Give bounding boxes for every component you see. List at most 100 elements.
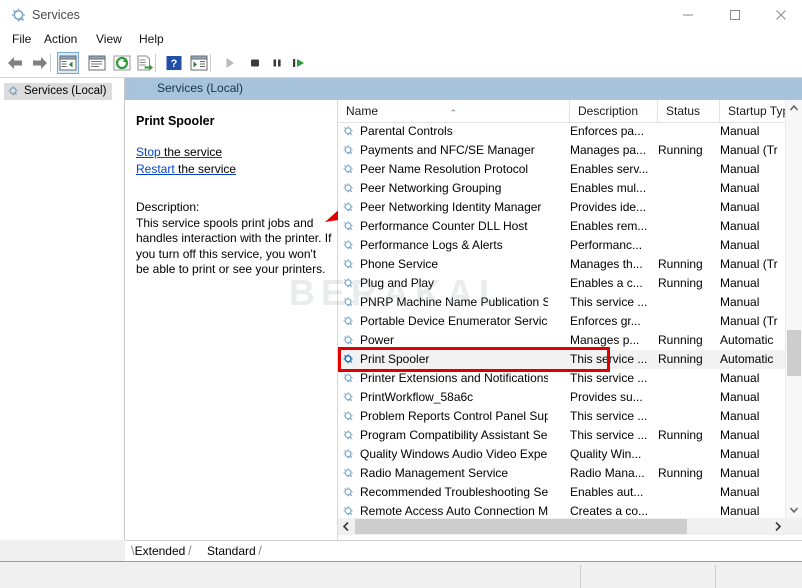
cell-service-name: Performance Counter DLL Host (360, 219, 528, 233)
table-row[interactable]: Payments and NFC/SE Manager Manages pa...… (338, 141, 786, 160)
toolbar-separator (210, 54, 211, 72)
cell-service-startup-type: Manual (720, 504, 760, 518)
cell-service-startup-type: Manual (720, 276, 760, 290)
view-tabs: \Extended / Standard / (125, 540, 802, 561)
toolbar: ? (0, 49, 802, 78)
cell-service-description: Enables serv... (570, 162, 648, 176)
results-pane: Services (Local) Print Spooler Stop the … (125, 78, 802, 540)
vertical-scrollbar[interactable] (785, 100, 802, 518)
table-row[interactable]: Plug and Play Enables a c... Running Manual (338, 274, 786, 293)
tab-right-slash: / (255, 543, 262, 558)
sidebar-item-services-local[interactable]: Services (Local) (4, 83, 113, 100)
pause-service-icon[interactable] (266, 52, 288, 74)
table-row[interactable]: Quality Windows Audio Video Experie... Qu… (338, 445, 786, 464)
table-row[interactable]: Peer Name Resolution Protocol Enables ser… (338, 160, 786, 179)
table-row[interactable]: Print Spooler This service ... Running Auto… (338, 350, 786, 369)
table-row[interactable]: Phone Service Manages th... Running Manual … (338, 255, 786, 274)
cell-service-name: PNRP Machine Name Publication Serv... (360, 295, 548, 309)
service-gear-icon (342, 182, 355, 195)
stop-link-text: Stop (136, 145, 161, 159)
restart-service-link[interactable]: Restart the service (136, 162, 236, 176)
close-button[interactable] (758, 0, 802, 30)
service-gear-icon (342, 144, 355, 157)
back-icon[interactable] (4, 52, 26, 74)
cell-service-status: Running (658, 276, 703, 290)
tab-extended-label: Extended (134, 544, 186, 558)
cell-service-startup-type: Automatic (720, 333, 774, 347)
menu-view[interactable]: View (90, 30, 128, 48)
cell-service-startup-type: Manual (Tr (720, 143, 778, 157)
table-row[interactable]: Performance Logs & Alerts Performanc... Ma… (338, 236, 786, 255)
service-gear-icon (342, 296, 355, 309)
cell-service-startup-type: Manual (720, 371, 760, 385)
refresh-icon[interactable] (111, 52, 133, 74)
scroll-down-icon[interactable] (786, 501, 802, 518)
cell-service-status (658, 388, 714, 407)
table-row[interactable]: Peer Networking Identity Manager Provides… (338, 198, 786, 217)
column-header-status[interactable]: Status (658, 100, 720, 122)
column-header-name-label: Name (346, 104, 379, 118)
status-bar (0, 561, 802, 588)
column-header-name[interactable]: Name ⌃ (338, 100, 570, 122)
cell-service-status: Running (658, 466, 703, 480)
show-hide-console-tree-icon[interactable] (57, 52, 79, 74)
table-row[interactable]: Printer Extensions and Notifications This… (338, 369, 786, 388)
table-row[interactable]: Radio Management Service Radio Mana... Run… (338, 464, 786, 483)
service-gear-icon (342, 486, 355, 499)
table-row[interactable]: Portable Device Enumerator Service Enforc… (338, 312, 786, 331)
service-gear-icon (342, 239, 355, 252)
services-gear-icon (136, 82, 150, 96)
cell-service-description: Enforces gr... (570, 314, 641, 328)
service-gear-icon (342, 448, 355, 461)
service-gear-icon (342, 353, 355, 366)
properties-icon[interactable] (86, 52, 108, 74)
horizontal-scroll-thumb[interactable] (355, 519, 687, 534)
table-row[interactable]: Problem Reports Control Panel Support Thi… (338, 407, 786, 426)
cell-service-startup-type: Manual (720, 485, 760, 499)
menu-action[interactable]: Action (38, 30, 83, 48)
cell-service-description: Manages pa... (570, 143, 647, 157)
scroll-right-icon[interactable] (769, 518, 786, 535)
cell-service-description: Creates a co... (570, 504, 648, 518)
forward-icon[interactable] (29, 52, 51, 74)
table-row[interactable]: Remote Access Auto Connection Man... Crea… (338, 502, 786, 518)
table-row[interactable]: Performance Counter DLL Host Enables rem.… (338, 217, 786, 236)
services-gear-icon (10, 7, 28, 25)
vertical-scroll-thumb[interactable] (787, 330, 801, 376)
start-service-icon[interactable] (219, 52, 241, 74)
maximize-button[interactable] (712, 0, 757, 30)
service-name-heading: Print Spooler (136, 114, 215, 128)
cell-service-status (658, 217, 714, 236)
cell-service-status: Running (658, 257, 703, 271)
column-header-description[interactable]: Description (570, 100, 658, 122)
restart-service-icon[interactable] (288, 52, 310, 74)
table-row[interactable]: PNRP Machine Name Publication Serv... Thi… (338, 293, 786, 312)
cell-service-name: Program Compatibility Assistant Service (360, 428, 548, 442)
service-gear-icon (342, 410, 355, 423)
stop-service-icon[interactable] (244, 52, 266, 74)
cell-service-description: Enables mul... (570, 181, 647, 195)
horizontal-scrollbar[interactable] (338, 518, 786, 535)
scroll-up-icon[interactable] (786, 100, 802, 117)
table-row[interactable]: Parental Controls Enforces pa... Manual (338, 122, 786, 141)
cell-service-startup-type: Manual (720, 390, 760, 404)
table-row[interactable]: Recommended Troubleshooting Service Enabl… (338, 483, 786, 502)
table-row[interactable]: Power Manages p... Running Automatic (338, 331, 786, 350)
service-gear-icon (342, 429, 355, 442)
table-row[interactable]: PrintWorkflow_58a6c Provides su... Manual (338, 388, 786, 407)
export-list-icon[interactable] (134, 52, 156, 74)
toolbar-separator (50, 54, 51, 72)
menu-file[interactable]: File (6, 30, 37, 48)
scroll-left-icon[interactable] (338, 518, 355, 535)
table-row[interactable]: Peer Networking Grouping Enables mul... Ma… (338, 179, 786, 198)
table-row[interactable]: Program Compatibility Assistant Service T… (338, 426, 786, 445)
minimize-button[interactable] (665, 0, 710, 30)
help-icon[interactable]: ? (163, 52, 185, 74)
cell-service-name: Remote Access Auto Connection Man... (360, 504, 548, 518)
show-action-pane-icon[interactable] (188, 52, 210, 74)
tab-standard[interactable]: Standard / (207, 542, 262, 560)
column-header-startup-type[interactable]: Startup Typ (720, 100, 786, 122)
tab-extended[interactable]: \Extended / (131, 542, 192, 560)
stop-service-link[interactable]: Stop the service (136, 145, 222, 159)
menu-help[interactable]: Help (133, 30, 170, 48)
